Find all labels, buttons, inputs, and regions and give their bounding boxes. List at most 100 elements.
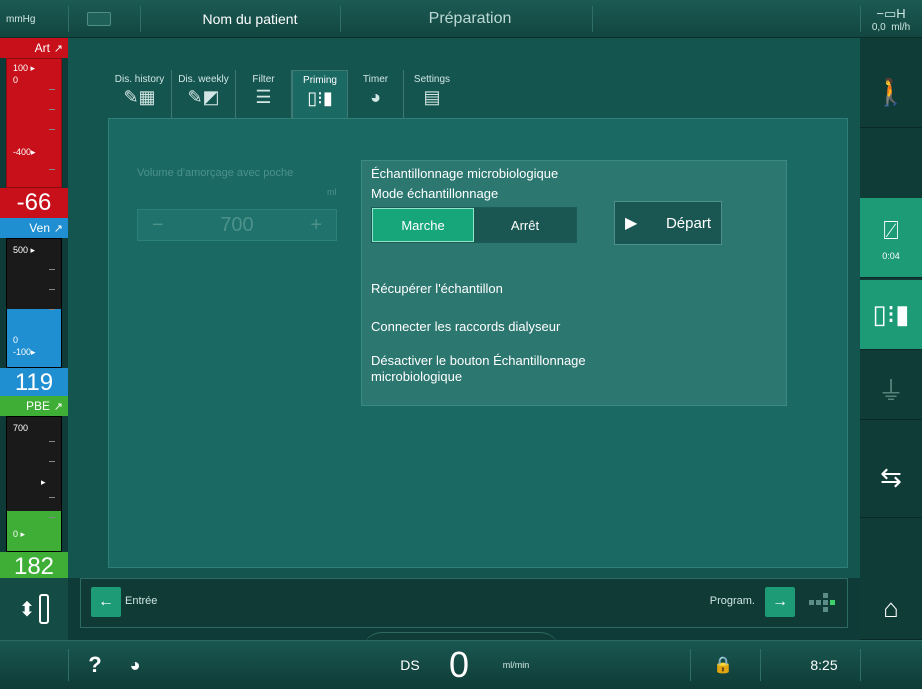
tab-settings[interactable]: Settings ▤ — [404, 70, 460, 118]
level-adjust-button[interactable]: ⬍ — [0, 578, 68, 640]
back-button[interactable]: ← — [91, 587, 121, 617]
up-down-arrow-icon: ⬍ — [18, 598, 36, 621]
home-icon: ⌂ — [883, 593, 899, 623]
micro-sampling-title: Échantillonnage microbiologique — [371, 166, 559, 181]
ds-label: DS — [400, 657, 420, 673]
expand-arrow-icon: ↗ — [53, 223, 63, 235]
fill-icon: ⏚ — [877, 376, 904, 406]
play-icon: ▶ — [625, 215, 638, 232]
priming-volume-stepper[interactable]: − 700 + — [137, 209, 337, 241]
top-bar: mmHg Nom du patient Préparation −▭H 0,0 … — [0, 0, 922, 38]
decrement-button[interactable]: − — [152, 214, 164, 237]
pbe-scale-top: 700 — [13, 423, 29, 433]
home-button[interactable]: ⌂ — [860, 578, 922, 640]
timer-button[interactable]: ◕ — [120, 641, 150, 689]
increment-button[interactable]: + — [310, 214, 322, 237]
art-label: Art — [34, 41, 50, 55]
weekly-icon: ✎◩ — [187, 87, 220, 107]
tab-dis-weekly[interactable]: Dis. weekly ✎◩ — [172, 70, 236, 118]
navigation-bar: ← Entrée Program. → — [80, 578, 848, 628]
clock-icon: ◕ — [129, 654, 141, 675]
off-button[interactable]: Arrêt — [474, 208, 576, 242]
uf-icon: −▭H — [876, 5, 906, 21]
timer-icon: ◕ — [370, 87, 381, 107]
step-connect-dialyser: Connecter les raccords dialyseur — [371, 319, 561, 334]
chamber-icon — [39, 594, 50, 624]
clock-time: 8:25 — [810, 657, 838, 673]
pbe-scale-zero: 0 ▸ — [13, 529, 26, 539]
history-icon: ✎▦ — [123, 87, 156, 107]
uf-rate-value: 0,0 — [871, 21, 886, 33]
tab-bar: Dis. history ✎▦ Dis. weekly ✎◩ Filter ☰ Pri… — [108, 70, 460, 118]
help-button[interactable]: ? — [80, 641, 110, 689]
art-value: -66 — [0, 188, 68, 218]
venous-pressure-block[interactable]: Ven ↗ 500 ▸ 0 -100▸ 119 — [0, 218, 68, 398]
arrow-left-icon: ← — [98, 593, 114, 610]
tab-dis-history[interactable]: Dis. history ✎▦ — [108, 70, 172, 118]
ven-scale-zero: 0 — [13, 335, 19, 345]
reinfusion-button[interactable]: ⇆ — [860, 438, 922, 518]
art-scale-zero: 0 — [13, 75, 19, 85]
pressure-column: Art ↗ 100 ▸ 0 -400▸ -66 Ven ↗ 500 ▸ 0 -100… — [0, 38, 68, 582]
step-retrieve-sample: Récupérer l'échantillon — [371, 281, 503, 296]
tab-priming[interactable]: Priming ▯⁝▮ — [292, 70, 348, 118]
uf-rate-unit: ml/h — [891, 21, 911, 33]
pbe-pressure-block[interactable]: PBE ↗ 700 ▸ 0 ▸ 182 — [0, 396, 68, 582]
step-deactivate-line2: microbiologique — [371, 369, 463, 384]
filter-icon: ☰ — [255, 87, 272, 107]
step-indicator-icon — [809, 593, 839, 613]
expand-arrow-icon: ↗ — [53, 401, 63, 413]
fill-button[interactable]: ⏚ — [860, 360, 922, 420]
bypass-button[interactable]: ⍁ 0:04 — [860, 198, 922, 278]
phase-title: Préparation — [428, 10, 512, 27]
step-deactivate-line1: Désactiver le bouton Échantillonnage — [371, 353, 586, 368]
patient-card-icon — [87, 12, 111, 26]
priming-volume-unit: ml — [327, 187, 337, 197]
sampling-mode-label: Mode échantillonnage — [371, 186, 499, 201]
tab-timer[interactable]: Timer ◕ — [348, 70, 404, 118]
priming-volume-value: 700 — [220, 213, 254, 236]
art-scale-top: 100 ▸ — [13, 63, 36, 73]
art-scale-bottom: -400▸ — [13, 147, 36, 157]
tab-filter[interactable]: Filter ☰ — [236, 70, 292, 118]
question-mark-icon: ? — [88, 652, 102, 677]
on-button[interactable]: Marche — [372, 208, 475, 242]
pressure-unit: mmHg — [6, 13, 36, 25]
lock-button[interactable]: 🔒 — [708, 641, 738, 689]
status-bar: ? ◕ DS 0 ml/min 🔒 8:25 — [0, 640, 922, 688]
lock-icon: 🔒 — [713, 657, 733, 674]
pbe-gauge: 700 ▸ 0 ▸ — [6, 416, 62, 552]
expand-arrow-icon: ↗ — [53, 43, 63, 55]
flow-unit: ml/min — [502, 660, 530, 670]
arrow-right-icon: → — [772, 593, 788, 610]
start-button[interactable]: ▶ Départ — [614, 201, 722, 245]
arterial-gauge: 100 ▸ 0 -400▸ — [6, 58, 62, 188]
priming-icon: ▯⁝▮ — [872, 299, 910, 329]
back-label: Entrée — [125, 595, 158, 607]
forward-label: Program. — [709, 595, 755, 607]
patient-connect-button[interactable]: 🚶 — [860, 58, 922, 128]
priming-icon: ▯⁝▮ — [307, 88, 333, 108]
ven-scale-bottom: -100▸ — [13, 347, 36, 357]
priming-volume-label: Volume d'amorçage avec poche — [137, 167, 294, 179]
venous-gauge: 500 ▸ 0 -100▸ — [6, 238, 62, 368]
forward-button[interactable]: → — [765, 587, 795, 617]
sampling-mode-toggle: Marche Arrêt — [371, 207, 577, 243]
uf-rate-display[interactable]: −▭H 0,0 ml/h — [860, 0, 922, 38]
flow-value: 0 — [448, 644, 470, 685]
micro-sampling-box: Échantillonnage microbiologique Mode éch… — [361, 160, 787, 406]
patient-name[interactable]: Nom du patient — [160, 0, 340, 38]
arterial-pressure-block[interactable]: Art ↗ 100 ▸ 0 -400▸ -66 — [0, 38, 68, 218]
ven-value: 119 — [0, 368, 68, 398]
patient-card-button[interactable] — [80, 0, 118, 38]
settings-icon: ▤ — [423, 87, 441, 107]
pbe-label: PBE — [25, 399, 50, 413]
walking-person-icon: 🚶 — [874, 77, 908, 107]
bypass-icon: ⍁ — [883, 214, 899, 245]
priming-panel: Volume d'amorçage avec poche ml − 700 + … — [108, 118, 848, 568]
ven-scale-top: 500 ▸ — [13, 245, 36, 255]
priming-button[interactable]: ▯⁝▮ — [860, 280, 922, 350]
main-area: Dis. history ✎▦ Dis. weekly ✎◩ Filter ☰ Pri… — [68, 38, 860, 578]
bypass-time: 0:04 — [882, 250, 900, 261]
right-toolbar: 🚶 ⍁ 0:04 ▯⁝▮ ⏚ ⇆ ⌂ — [860, 38, 922, 640]
